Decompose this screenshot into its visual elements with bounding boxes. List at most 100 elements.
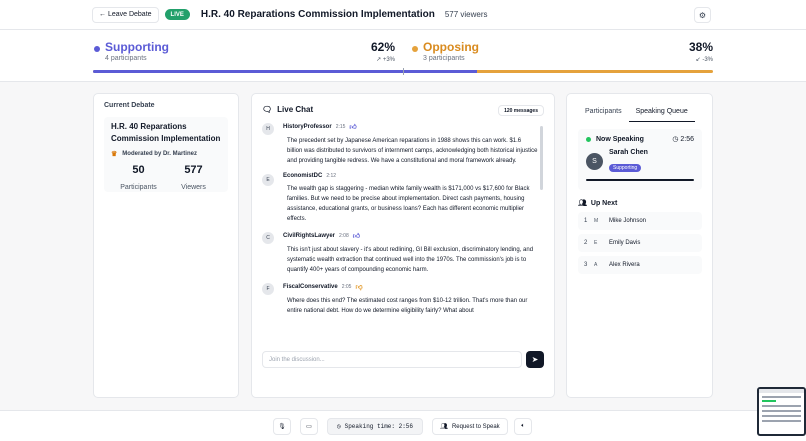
microphone-icon: 🎙︎: [278, 424, 286, 430]
message-text: The precedent set by Japanese American r…: [287, 138, 538, 164]
supporting-trend: ↗ +3%: [376, 57, 395, 63]
avatar: H: [262, 123, 274, 135]
viewers-label: Viewers: [181, 184, 206, 191]
queue-name: Alex Rivera: [609, 262, 640, 268]
message-time: 2:08: [339, 232, 349, 239]
preview-thumbnail[interactable]: [757, 387, 806, 436]
message-author[interactable]: FiscalConservative: [283, 284, 338, 290]
message-author[interactable]: CivilRightsLawyer: [283, 233, 335, 239]
supporting-percent-block: 62% ↗ +3%: [355, 40, 395, 63]
support-progress-fill: [93, 70, 478, 73]
participants-value: 50: [132, 164, 145, 176]
live-chat-panel: 🗨 Live Chat 120 messages H HistoryProfes…: [251, 93, 555, 398]
live-indicator-dot: [586, 136, 591, 142]
participants-label: Participants: [120, 184, 157, 191]
debate-title: H.R. 40 Reparations Commission Implement…: [111, 122, 221, 143]
thumbs-up-icon: 👍︎: [349, 124, 357, 131]
current-debate-panel: Current Debate H.R. 40 Reparations Commi…: [93, 93, 239, 398]
settings-button[interactable]: ⚙: [694, 7, 711, 23]
speaker-side-badge: Supporting: [609, 164, 642, 172]
avatar: A: [594, 262, 598, 268]
message-text: The wealth gap is staggering - median wh…: [287, 186, 530, 222]
queue-tabs: Participants Speaking Queue: [578, 105, 695, 122]
opposing-percent: 38%: [688, 40, 713, 54]
queue-item: 1 M Mike Johnson: [578, 212, 702, 230]
chat-message: E EconomistDC 2:12 The wealth gap is sta…: [262, 173, 538, 224]
queue-item: 3 A Alex Rivera: [578, 256, 702, 274]
speaking-time-indicator: ◷ Speaking time: 2:56: [327, 418, 423, 435]
queue-position: 2: [584, 240, 588, 246]
chat-title: Live Chat: [277, 105, 314, 114]
timer-value: 2:56: [680, 136, 694, 143]
avatar: E: [594, 240, 598, 246]
opposing-dot: [412, 46, 418, 52]
speaker-name: Sarah Chen: [609, 149, 648, 156]
avatar: F: [262, 283, 274, 295]
chat-header: 🗨 Live Chat: [262, 105, 313, 114]
camera-button[interactable]: ▭: [300, 418, 318, 435]
request-to-speak-button[interactable]: 👥︎ Request to Speak: [432, 418, 508, 435]
debate-info-card: H.R. 40 Reparations Commission Implement…: [104, 117, 228, 192]
microphone-button[interactable]: 🎙︎: [273, 418, 291, 435]
tab-participants[interactable]: Participants: [578, 105, 629, 122]
queue-position: 1: [584, 218, 588, 224]
moderator-line: ♛ Moderated by Dr. Martinez: [111, 150, 221, 158]
viewer-count: 577 viewers: [444, 10, 488, 19]
viewers-value: 577: [184, 164, 203, 176]
control-bar: 🎙︎ ▭ ◷ Speaking time: 2:56 👥︎ Request to…: [0, 410, 806, 441]
chat-input[interactable]: Join the discussion...: [262, 351, 522, 368]
thumbs-up-icon: 👍︎: [352, 233, 361, 240]
users-icon: 👥︎: [440, 424, 448, 430]
viewers-stat: 577 Viewers: [166, 164, 221, 194]
clock-icon: ◷: [336, 423, 341, 430]
leave-debate-button[interactable]: ← Leave Debate: [92, 6, 159, 23]
supporting-participants: 4 participants: [105, 55, 147, 62]
participants-stat: 50 Participants: [111, 164, 166, 194]
tab-speaking-queue[interactable]: Speaking Queue: [628, 105, 695, 122]
queue-name: Mike Johnson: [609, 218, 647, 224]
thumbs-down-icon: 👎︎: [355, 284, 363, 291]
opposing-participants: 3 participants: [423, 55, 465, 62]
message-author[interactable]: EconomistDC: [283, 173, 322, 179]
avatar: C: [262, 232, 274, 244]
opposing-percent-block: 38% ↙ -3%: [673, 40, 713, 63]
message-text: This isn't just about slavery - it's abo…: [287, 247, 534, 273]
top-header: ← Leave Debate LIVE H.R. 40 Reparations …: [0, 0, 806, 30]
progress-marker: [403, 68, 404, 75]
speaking-time-text: Speaking time: 2:56: [344, 423, 414, 430]
send-button[interactable]: ➤: [526, 351, 544, 368]
chat-bubble-icon: 🗨: [262, 105, 273, 114]
queue-name: Emily Davis: [609, 240, 641, 246]
live-badge: LIVE: [164, 9, 190, 20]
speaking-progress-bar: [586, 179, 694, 181]
gear-icon: ⚙: [698, 10, 707, 20]
message-time: 2:12: [326, 173, 337, 179]
queue-item: 2 E Emily Davis: [578, 234, 702, 252]
chat-message: C CivilRightsLawyer 2:08 👍︎ This isn't j…: [262, 231, 538, 275]
message-count-badge: 120 messages: [498, 105, 544, 116]
queue-panel: Participants Speaking Queue Now Speaking…: [566, 93, 713, 398]
chat-messages[interactable]: H HistoryProfessor 2:15 👍︎ The precedent…: [262, 122, 538, 344]
message-time: 2:05: [341, 283, 352, 290]
opposing-side: Opposing 3 participants: [412, 40, 479, 62]
speaker-icon: 🔈︎: [521, 423, 525, 429]
page-title: H.R. 40 Reparations Commission Implement…: [200, 9, 435, 20]
volume-button[interactable]: 🔈︎: [514, 418, 532, 435]
message-time: 2:15: [335, 123, 346, 130]
users-icon: 👥︎: [578, 200, 587, 207]
supporting-side: Supporting 4 participants: [94, 40, 169, 62]
current-debate-heading: Current Debate: [104, 102, 155, 109]
avatar: M: [594, 218, 599, 224]
up-next-label: Up Next: [590, 199, 618, 207]
queue-position: 3: [584, 262, 588, 268]
opposing-trend: ↙ -3%: [695, 57, 713, 63]
moderator-text: Moderated by Dr. Martinez: [122, 151, 197, 157]
message-author[interactable]: HistoryProfessor: [283, 124, 332, 130]
avatar: S: [586, 153, 603, 170]
speaking-timer: ◷ 2:56: [672, 135, 694, 143]
up-next-heading: 👥︎ Up Next: [578, 199, 618, 208]
chat-scrollbar[interactable]: [540, 126, 543, 190]
request-to-speak-label: Request to Speak: [451, 423, 500, 430]
avatar: E: [262, 174, 274, 186]
now-speaking-label: Now Speaking: [596, 135, 644, 143]
